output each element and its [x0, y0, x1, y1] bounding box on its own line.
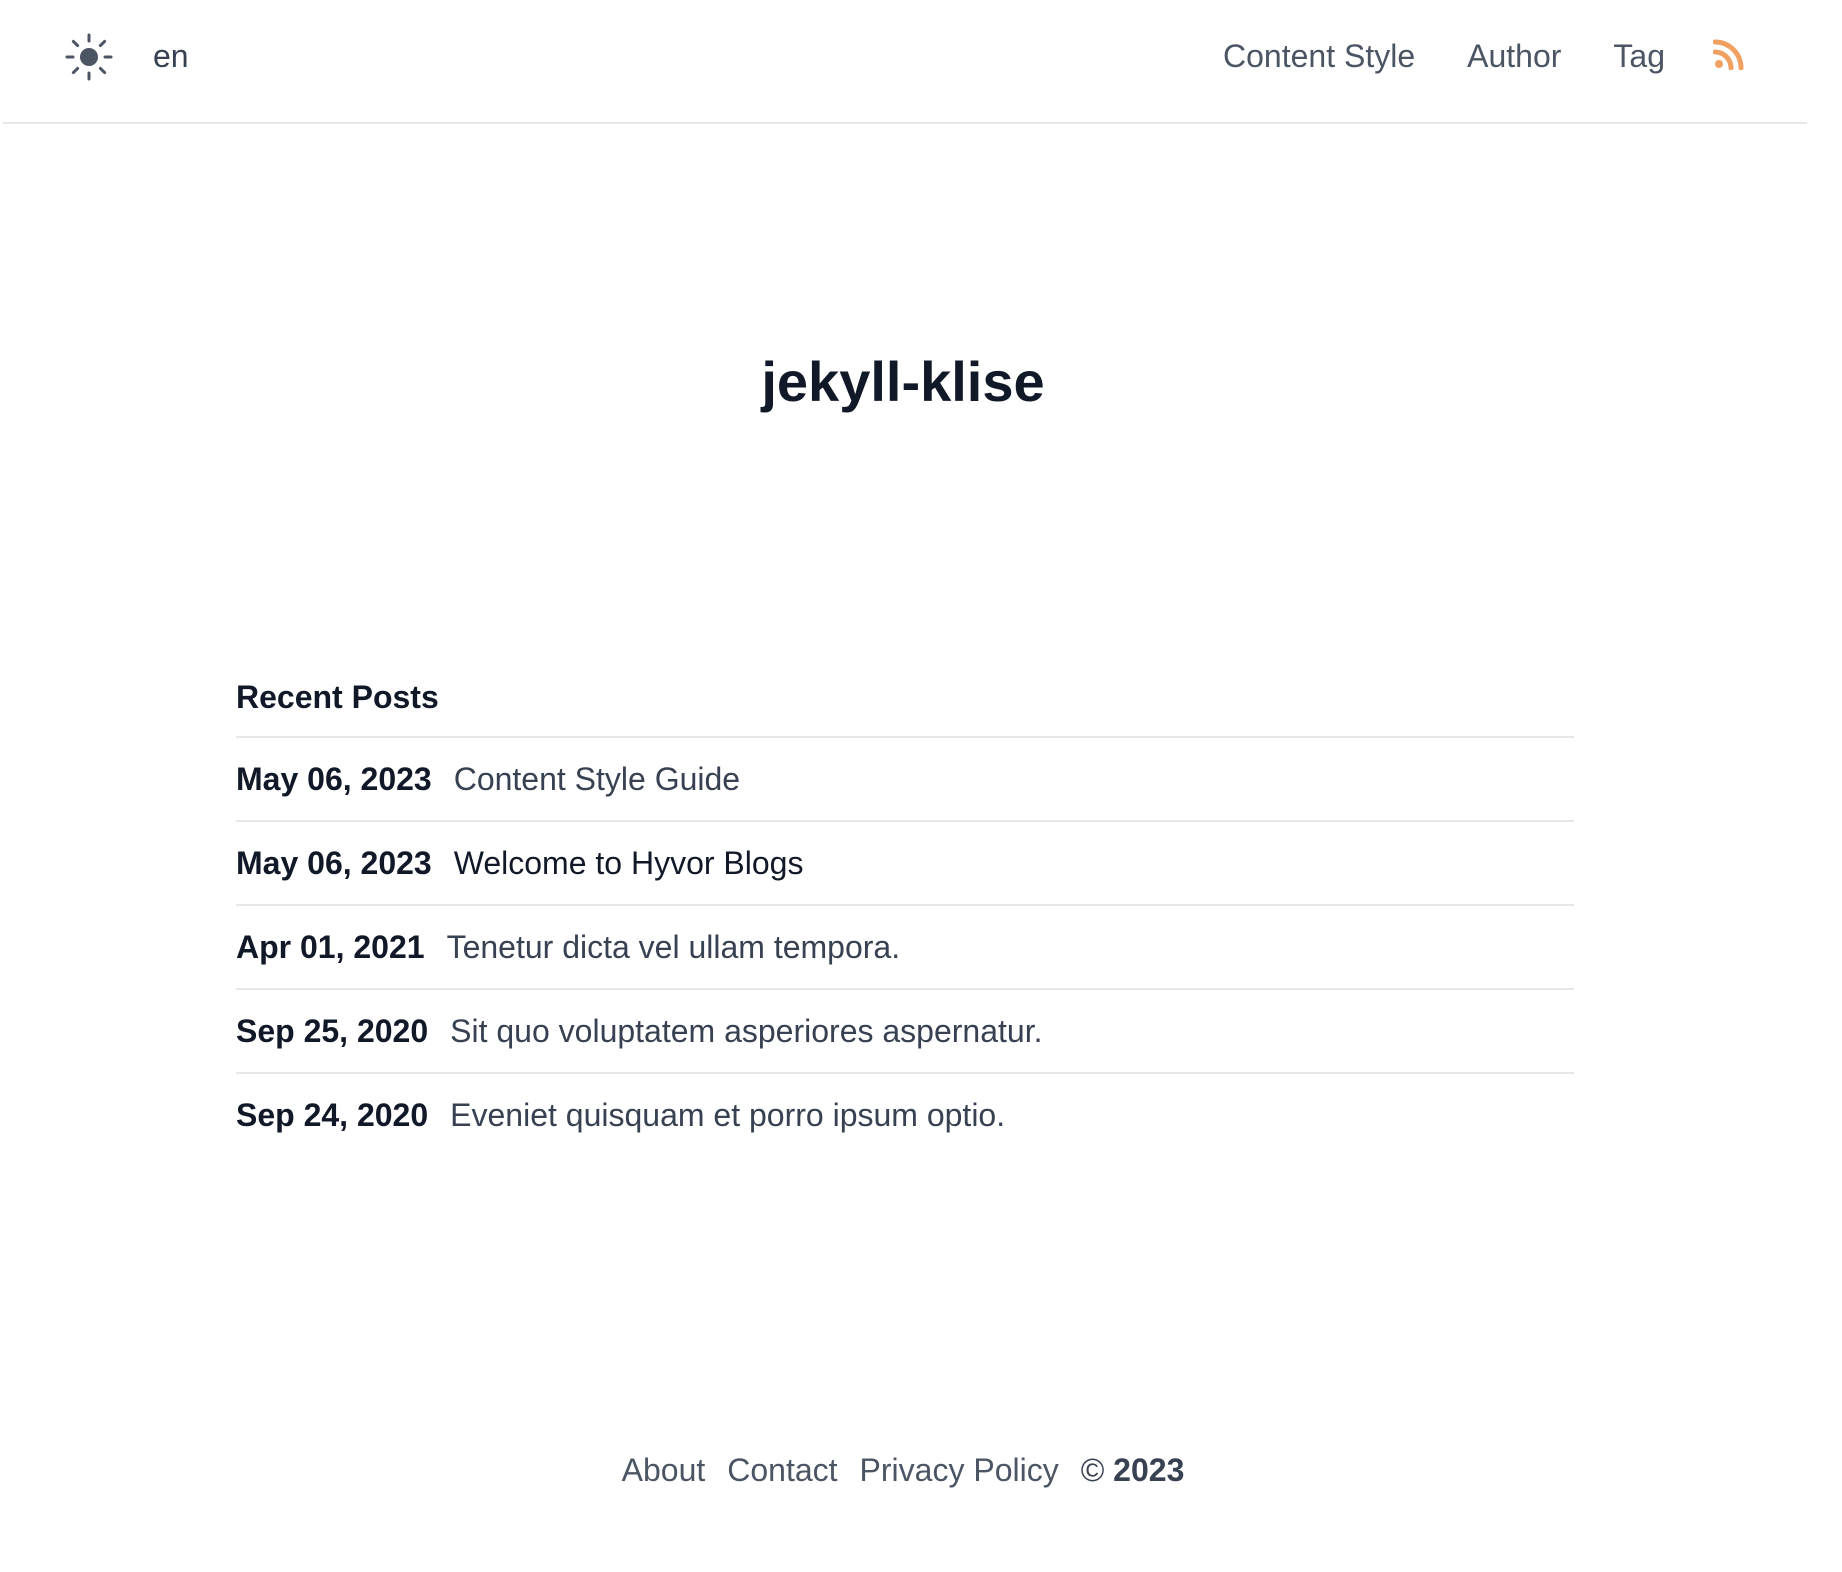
copyright: © 2023 [1081, 1446, 1185, 1494]
copyright-year: 2023 [1113, 1452, 1185, 1488]
post-date: May 06, 2023 [236, 760, 432, 797]
rss-icon [1712, 38, 1745, 75]
site-title: jekyll-klise [761, 350, 1045, 413]
sun-icon [65, 33, 113, 86]
post-row: Sep 25, 2020 Sit quo voluptatem asperior… [236, 990, 1574, 1074]
nav-link-author[interactable]: Author [1467, 34, 1561, 78]
post-date: Sep 25, 2020 [236, 1012, 429, 1049]
post-row: May 06, 2023 Content Style Guide [236, 738, 1574, 822]
page: en Content Style Author Tag jekyll-klise… [0, 0, 1842, 1572]
nav-link-tag[interactable]: Tag [1613, 34, 1665, 78]
footer-link-about[interactable]: About [622, 1446, 706, 1494]
post-title-link[interactable]: Content Style Guide [454, 761, 740, 798]
theme-toggle-button[interactable] [65, 33, 113, 86]
post-date: Apr 01, 2021 [236, 928, 425, 965]
post-title-link[interactable]: Welcome to Hyvor Blogs [454, 845, 804, 882]
language-selector[interactable]: en [153, 36, 189, 76]
post-row: Apr 01, 2021 Tenetur dicta vel ullam tem… [236, 906, 1574, 990]
post-date: Sep 24, 2020 [236, 1096, 429, 1133]
post-title-link[interactable]: Eveniet quisquam et porro ipsum optio. [450, 1097, 1005, 1134]
footer-link-privacy-policy[interactable]: Privacy Policy [860, 1446, 1059, 1494]
recent-posts-section: Recent Posts May 06, 2023 Content Style … [236, 672, 1574, 1156]
copyright-symbol: © [1080, 1452, 1105, 1488]
rss-feed-link[interactable] [1711, 38, 1747, 74]
recent-posts-heading: Recent Posts [236, 672, 1574, 738]
main-nav: Content Style Author Tag [1223, 34, 1747, 78]
post-row: May 06, 2023 Welcome to Hyvor Blogs [236, 822, 1574, 906]
post-title-link[interactable]: Sit quo voluptatem asperiores aspernatur… [450, 1013, 1042, 1050]
post-title-link[interactable]: Tenetur dicta vel ullam tempora. [447, 929, 901, 966]
nav-link-content-style[interactable]: Content Style [1223, 34, 1415, 78]
post-row: Sep 24, 2020 Eveniet quisquam et porro i… [236, 1074, 1574, 1156]
footer-link-contact[interactable]: Contact [727, 1446, 837, 1494]
post-list: May 06, 2023 Content Style Guide May 06,… [236, 738, 1574, 1156]
site-header: en Content Style Author Tag [3, 0, 1807, 124]
site-footer: About Contact Privacy Policy © 2023 [0, 1446, 1806, 1494]
post-date: May 06, 2023 [236, 844, 432, 881]
